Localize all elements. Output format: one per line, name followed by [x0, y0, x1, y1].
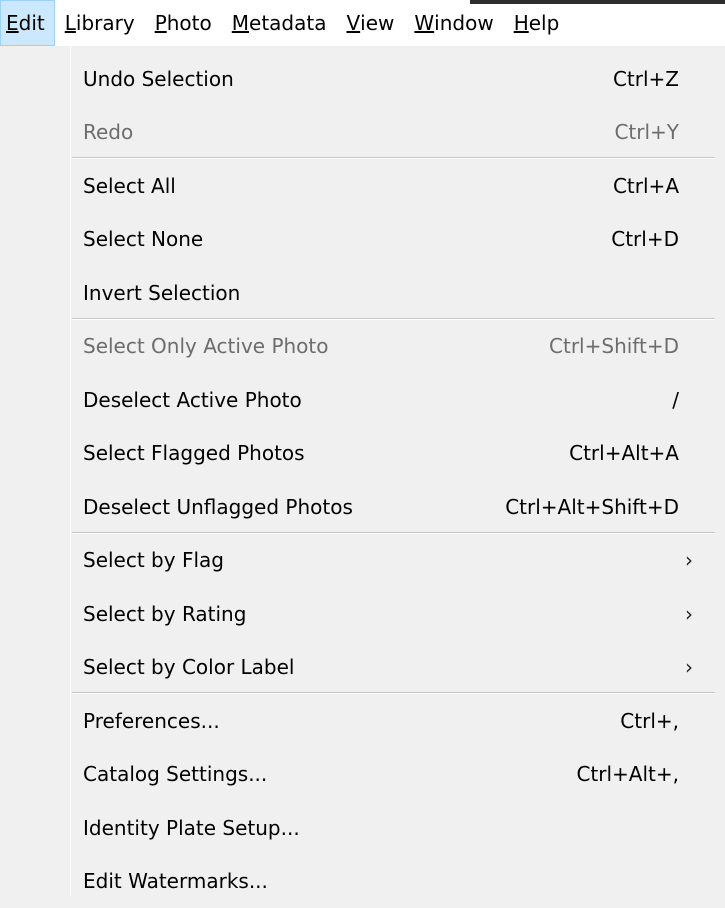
menu-item-label: Edit Watermarks... — [83, 869, 268, 893]
menu-item-label: Deselect Unflagged Photos — [83, 495, 353, 519]
edit-dropdown-menu: Undo Selection Ctrl+Z Redo Ctrl+Y Select All… — [0, 46, 725, 896]
menu-item-label: Invert Selection — [83, 281, 240, 305]
menu-library[interactable]: Library — [55, 0, 145, 46]
menu-window-rest: indow — [434, 11, 494, 35]
chevron-right-icon: › — [685, 548, 693, 572]
menu-item-identity-plate-setup[interactable]: Identity Plate Setup... — [0, 801, 725, 855]
menu-item-preferences[interactable]: Preferences... Ctrl+, — [0, 694, 725, 748]
menu-item-label: Preferences... — [83, 709, 220, 733]
menu-item-label: Catalog Settings... — [83, 762, 267, 786]
menu-window-accel: W — [414, 11, 434, 35]
menu-metadata[interactable]: Metadata — [222, 0, 337, 46]
menu-item-select-by-flag[interactable]: Select by Flag › — [0, 534, 725, 588]
menu-view-accel: V — [346, 11, 360, 35]
menu-photo-accel: P — [155, 11, 167, 35]
menu-item-label: Select by Color Label — [83, 655, 294, 679]
menu-item-select-none[interactable]: Select None Ctrl+D — [0, 213, 725, 267]
menu-item-label: Select by Rating — [83, 602, 246, 626]
menu-metadata-accel: M — [232, 11, 249, 35]
window-edge-shadow — [470, 0, 725, 4]
menu-help[interactable]: Help — [504, 0, 570, 46]
menu-item-label: Select by Flag — [83, 548, 224, 572]
menu-item-label: Select Only Active Photo — [83, 334, 329, 358]
menu-photo-rest: hoto — [167, 11, 212, 35]
edit-menu-items: Undo Selection Ctrl+Z Redo Ctrl+Y Select All… — [0, 52, 725, 908]
menu-item-label: Select None — [83, 227, 203, 251]
menu-item-shortcut: / — [672, 388, 679, 412]
menu-item-catalog-settings[interactable]: Catalog Settings... Ctrl+Alt+, — [0, 748, 725, 802]
menu-item-select-by-color-label[interactable]: Select by Color Label › — [0, 641, 725, 695]
menu-item-shortcut: Ctrl+Alt+A — [569, 441, 679, 465]
menu-photo[interactable]: Photo — [145, 0, 222, 46]
menu-help-rest: elp — [529, 11, 560, 35]
menu-window[interactable]: Window — [404, 0, 503, 46]
menu-edit[interactable]: Edit — [0, 0, 55, 46]
menu-item-undo-selection[interactable]: Undo Selection Ctrl+Z — [0, 52, 725, 106]
menu-item-shortcut: Ctrl+A — [613, 174, 679, 198]
menu-item-edit-watermarks[interactable]: Edit Watermarks... — [0, 855, 725, 908]
menu-item-select-flagged-photos[interactable]: Select Flagged Photos Ctrl+Alt+A — [0, 427, 725, 481]
menu-item-shortcut: Ctrl+Shift+D — [549, 334, 679, 358]
menu-item-select-only-active-photo: Select Only Active Photo Ctrl+Shift+D — [0, 320, 725, 374]
menu-view-rest: iew — [360, 11, 394, 35]
menu-item-shortcut: Ctrl+Y — [614, 120, 679, 144]
menu-library-rest: ibrary — [76, 11, 135, 35]
menu-item-deselect-active-photo[interactable]: Deselect Active Photo / — [0, 373, 725, 427]
menu-item-label: Select All — [83, 174, 176, 198]
menu-view[interactable]: View — [336, 0, 404, 46]
menu-edit-rest: dit — [19, 11, 45, 35]
menu-library-accel: L — [65, 11, 76, 35]
menu-item-label: Deselect Active Photo — [83, 388, 302, 412]
menu-item-label: Select Flagged Photos — [83, 441, 305, 465]
menu-item-select-by-rating[interactable]: Select by Rating › — [0, 587, 725, 641]
menu-bar: Edit Library Photo Metadata View Window … — [0, 0, 725, 46]
menu-item-shortcut: Ctrl+Z — [613, 67, 679, 91]
menu-item-shortcut: Ctrl+Alt+Shift+D — [505, 495, 679, 519]
menu-item-invert-selection[interactable]: Invert Selection — [0, 266, 725, 320]
menu-item-shortcut: Ctrl+Alt+, — [576, 762, 679, 786]
chevron-right-icon: › — [685, 602, 693, 626]
menu-item-label: Redo — [83, 120, 133, 144]
menu-edit-accel: E — [6, 11, 19, 35]
menu-item-shortcut: Ctrl+D — [611, 227, 679, 251]
menu-item-redo: Redo Ctrl+Y — [0, 106, 725, 160]
menu-metadata-rest: etadata — [249, 11, 326, 35]
chevron-right-icon: › — [685, 655, 693, 679]
menu-item-deselect-unflagged-photos[interactable]: Deselect Unflagged Photos Ctrl+Alt+Shift+… — [0, 480, 725, 534]
menu-item-shortcut: Ctrl+, — [620, 709, 679, 733]
menu-item-select-all[interactable]: Select All Ctrl+A — [0, 159, 725, 213]
menu-item-label: Undo Selection — [83, 67, 234, 91]
menu-help-accel: H — [514, 11, 529, 35]
menu-item-label: Identity Plate Setup... — [83, 816, 300, 840]
